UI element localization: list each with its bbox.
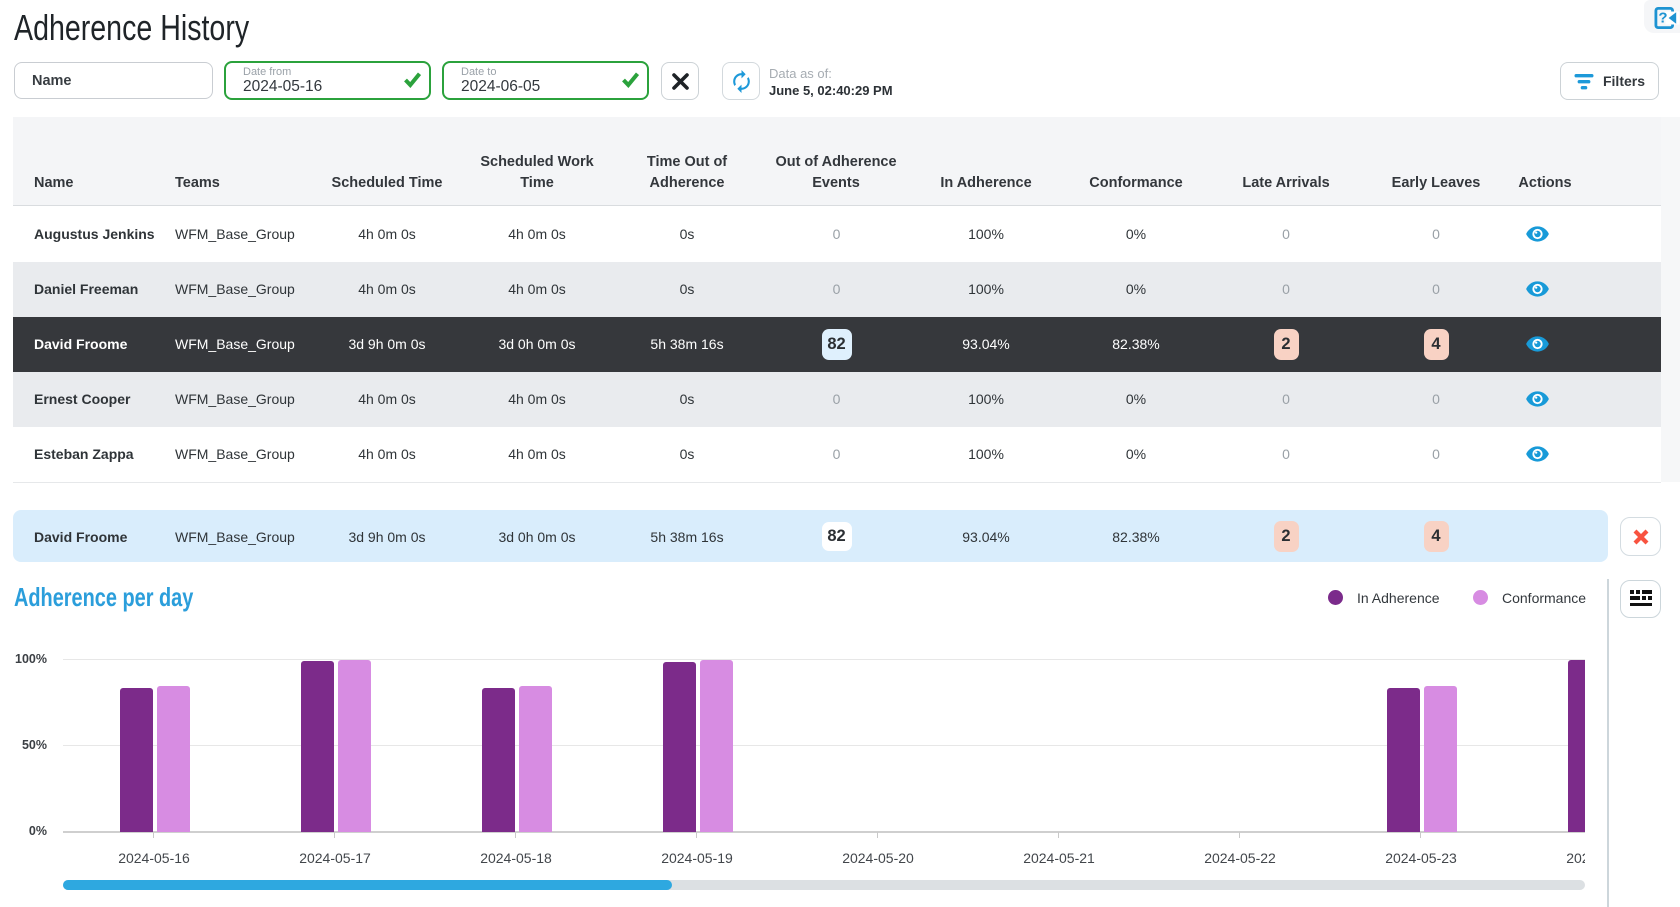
svg-text:?: ?: [1658, 9, 1667, 26]
